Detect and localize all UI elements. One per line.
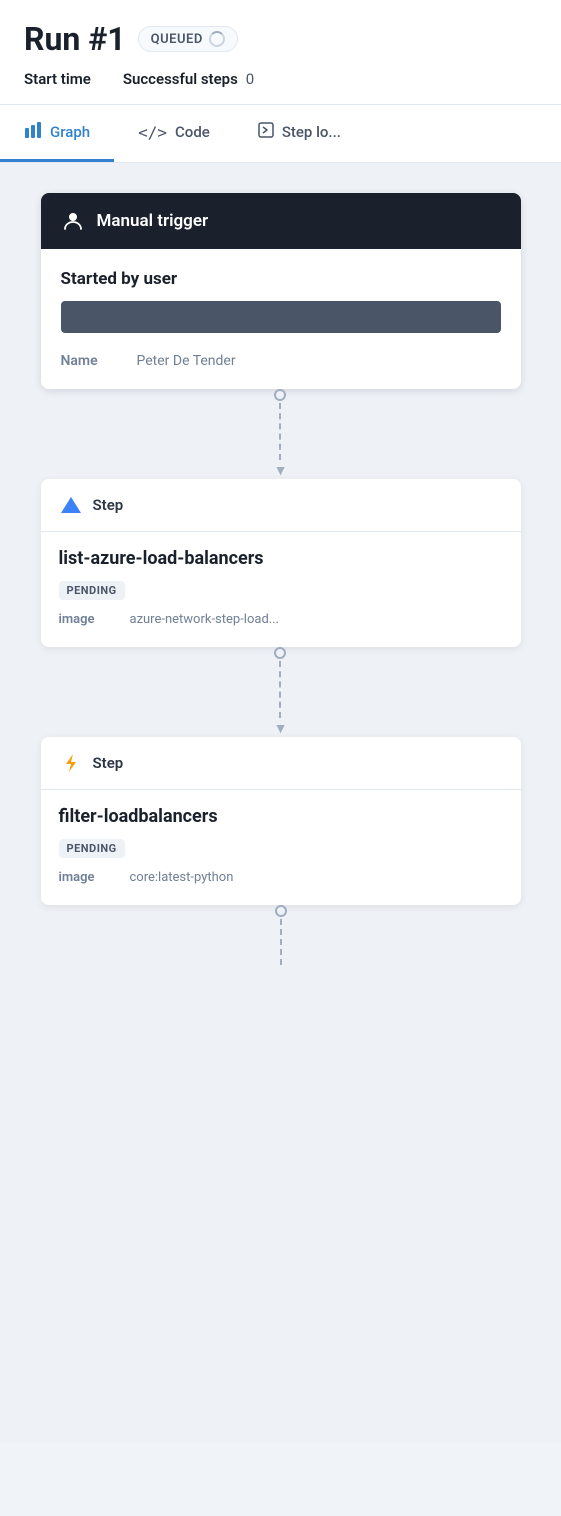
step-2-header-label: Step (93, 754, 124, 772)
trigger-body: Started by user Name Peter De Tender (41, 249, 521, 389)
spinner-icon (209, 31, 225, 47)
manual-trigger-card: Manual trigger Started by user Name Pete… (41, 193, 521, 389)
step-1-image-label: image (59, 612, 114, 627)
step-1-header-label: Step (93, 496, 124, 514)
step-card-2: Step filter-loadbalancers PENDING image … (41, 737, 521, 905)
connector-3 (275, 905, 287, 965)
step-1-status: PENDING (59, 581, 125, 600)
graph-icon (24, 121, 42, 143)
tab-step-log-label: Step lo... (282, 123, 341, 141)
connector-arrow-1: ▼ (274, 462, 288, 479)
name-label: Name (61, 353, 121, 369)
step-2-body: filter-loadbalancers PENDING image core:… (41, 790, 521, 905)
connector-dot-1 (274, 389, 286, 401)
code-icon: </> (138, 123, 167, 142)
step-1-header: Step (41, 479, 521, 532)
bolt-icon (59, 751, 83, 775)
triangle-icon (59, 493, 83, 517)
tab-code-label: Code (175, 123, 210, 141)
successful-steps-item: Successful steps 0 (123, 70, 254, 88)
connector-dot-3 (275, 905, 287, 917)
step-2-header: Step (41, 737, 521, 790)
connector-line-2 (279, 661, 281, 718)
step-2-status: PENDING (59, 839, 125, 858)
step-2-image-row: image core:latest-python (59, 870, 503, 885)
status-badge: QUEUED (138, 26, 238, 52)
status-badge-text: QUEUED (151, 32, 203, 47)
connector-arrow-2: ▼ (274, 720, 288, 737)
graph-area: Manual trigger Started by user Name Pete… (0, 163, 561, 1443)
tab-graph-label: Graph (50, 123, 90, 141)
step-1-image-row: image azure-network-step-load... (59, 612, 503, 627)
tab-graph[interactable]: Graph (0, 105, 114, 162)
connector-1: ▼ (274, 389, 288, 479)
step-2-image-label: image (59, 870, 114, 885)
step-1-name: list-azure-load-balancers (59, 548, 503, 569)
user-bar (61, 301, 501, 333)
person-icon (61, 209, 85, 233)
tabs-bar: Graph </> Code Step lo... (0, 105, 561, 163)
tab-code[interactable]: </> Code (114, 105, 234, 162)
start-time-item: Start time (24, 70, 91, 88)
connector-dot-2 (274, 647, 286, 659)
run-title-row: Run #1 QUEUED (24, 20, 537, 58)
connector-line-1 (279, 403, 281, 460)
run-title: Run #1 (24, 20, 126, 58)
successful-steps-value: 0 (246, 70, 254, 88)
meta-row: Start time Successful steps 0 (24, 70, 537, 88)
successful-steps-label: Successful steps (123, 70, 238, 88)
trigger-header: Manual trigger (41, 193, 521, 249)
step-2-image-value: core:latest-python (130, 870, 234, 885)
step-1-image-value: azure-network-step-load... (130, 612, 280, 627)
step-2-name: filter-loadbalancers (59, 806, 503, 827)
name-value: Peter De Tender (137, 353, 236, 369)
step-log-icon (258, 122, 274, 142)
start-time-label: Start time (24, 70, 91, 88)
step-1-body: list-azure-load-balancers PENDING image … (41, 532, 521, 647)
step-card-1: Step list-azure-load-balancers PENDING i… (41, 479, 521, 647)
connector-line-3 (280, 919, 282, 965)
page-header: Run #1 QUEUED Start time Successful step… (0, 0, 561, 105)
trigger-header-text: Manual trigger (97, 211, 209, 231)
name-field-row: Name Peter De Tender (61, 353, 501, 369)
connector-2: ▼ (274, 647, 288, 737)
started-by-label: Started by user (61, 269, 501, 289)
tab-step-log[interactable]: Step lo... (234, 105, 365, 162)
